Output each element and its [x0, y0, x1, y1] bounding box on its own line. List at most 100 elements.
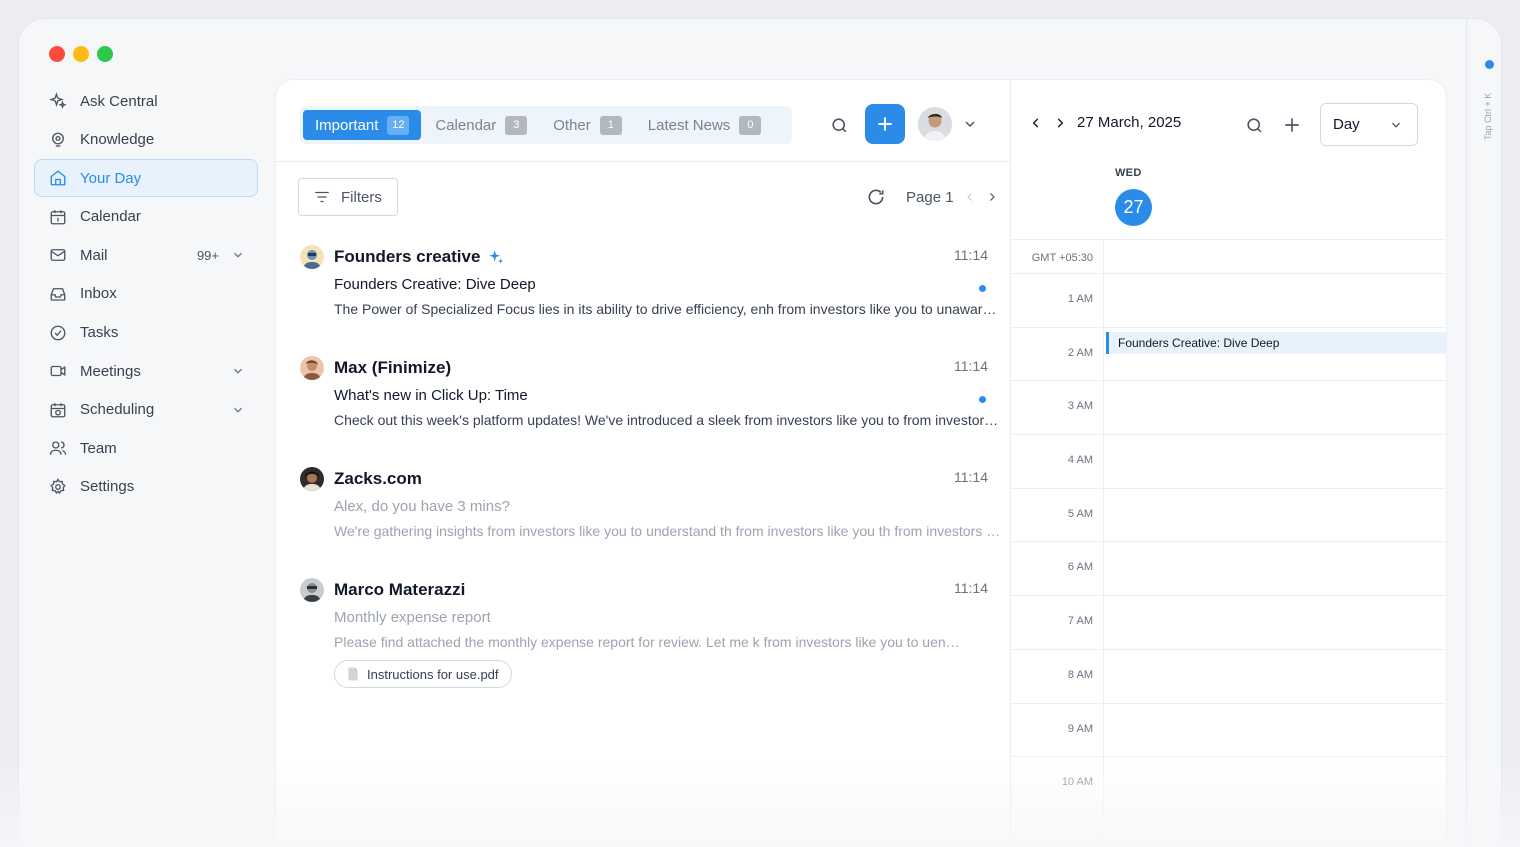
- sidebar-item-your-day[interactable]: Your Day: [34, 159, 258, 198]
- search-icon[interactable]: [828, 114, 850, 136]
- timezone-label: GMT +05:30: [1031, 252, 1093, 264]
- sidebar-item-meetings[interactable]: Meetings: [34, 352, 258, 390]
- chevron-down-icon[interactable]: [231, 364, 245, 378]
- hour-row[interactable]: 1 AM: [1011, 273, 1446, 327]
- sender-label: Zacks.com: [334, 469, 422, 488]
- calendar-date: 27 March, 2025: [1077, 114, 1182, 131]
- sidebar-item-calendar[interactable]: Calendar: [34, 198, 258, 236]
- sender-name: Max (Finimize): [334, 358, 451, 378]
- hour-row[interactable]: 6 AM: [1011, 541, 1446, 595]
- prev-day-icon[interactable]: [1029, 115, 1043, 131]
- next-page-icon[interactable]: [986, 190, 998, 204]
- tab-latest-news[interactable]: Latest News 0: [636, 110, 774, 140]
- video-icon: [48, 361, 68, 381]
- view-label: Day: [1333, 116, 1360, 133]
- tab-count: 1: [599, 115, 622, 135]
- avatar: [300, 245, 324, 269]
- filters-button[interactable]: Filters: [298, 178, 398, 216]
- hour-label: 6 AM: [1067, 561, 1093, 574]
- list-item[interactable]: Zacks.com 11:14 Alex, do you have 3 mins…: [300, 467, 1002, 557]
- unread-dot: [979, 285, 986, 292]
- prev-page-icon[interactable]: [964, 190, 976, 204]
- mail-preview: Please find attached the monthly expense…: [334, 634, 964, 650]
- tab-label: Calendar: [435, 116, 497, 134]
- filter-icon: [315, 191, 329, 203]
- hour-row[interactable]: 5 AM: [1011, 487, 1446, 542]
- sidebar-item-tasks[interactable]: Tasks: [34, 314, 258, 352]
- shortcut-hint: Tap Ctrl + K: [1483, 92, 1493, 140]
- list-item[interactable]: Marco Materazzi 11:14 Monthly expense re…: [300, 578, 1000, 698]
- maximize-window-button[interactable]: [97, 46, 113, 62]
- hour-row[interactable]: 10 AM: [1011, 756, 1446, 810]
- tab-count: 0: [739, 115, 762, 135]
- next-day-icon[interactable]: [1053, 115, 1067, 131]
- avatar[interactable]: [918, 107, 952, 141]
- hour-row[interactable]: 7 AM: [1011, 595, 1446, 649]
- toolbar-divider: [276, 161, 1011, 162]
- sidebar-item-knowledge[interactable]: Knowledge: [34, 121, 258, 159]
- compose-button[interactable]: [865, 104, 905, 144]
- attachment-chip[interactable]: Instructions for use.pdf: [334, 660, 512, 688]
- mail-column: Important 12 Calendar 3 Other 1 Latest N…: [276, 80, 1011, 847]
- list-item[interactable]: Max (Finimize) 11:14 What's new in Click…: [300, 356, 1002, 446]
- hour-row[interactable]: 3 AM: [1011, 380, 1446, 434]
- hour-label: 7 AM: [1067, 615, 1093, 628]
- sender-label: Founders creative: [334, 247, 481, 266]
- minimize-window-button[interactable]: [73, 46, 89, 62]
- pagination: Page 1: [866, 184, 998, 210]
- mail-icon: [48, 245, 68, 265]
- search-icon[interactable]: [1243, 114, 1265, 136]
- sidebar-item-ask-central[interactable]: Ask Central: [34, 82, 258, 120]
- tab-count: 3: [505, 115, 528, 135]
- plus-icon: [878, 117, 892, 131]
- chevron-down-icon[interactable]: [961, 114, 979, 134]
- calendar-event[interactable]: Founders Creative: Dive Deep: [1106, 332, 1446, 354]
- sidebar-item-label: Settings: [80, 478, 135, 496]
- sidebar-item-inbox[interactable]: Inbox: [34, 275, 258, 313]
- sender-label: Max (Finimize): [334, 358, 452, 377]
- avatar: [300, 467, 324, 491]
- file-icon: [348, 667, 358, 681]
- hour-row[interactable]: 4 AM: [1011, 434, 1446, 488]
- sidebar-item-label: Calendar: [80, 208, 141, 226]
- gear-icon: [48, 477, 68, 497]
- attachment-name: Instructions for use.pdf: [367, 666, 499, 682]
- avatar: [300, 356, 324, 380]
- hour-label: 10 AM: [1061, 776, 1093, 789]
- list-item[interactable]: Founders creative 11:14 Founders Creativ…: [300, 245, 1002, 335]
- add-event-icon[interactable]: [1281, 114, 1303, 136]
- sender-name: Marco Materazzi: [334, 580, 465, 600]
- mail-time: 11:14: [954, 469, 988, 485]
- day-number[interactable]: 27: [1115, 189, 1152, 226]
- sidebar-item-settings[interactable]: Settings: [34, 468, 258, 506]
- sidebar-item-label: Your Day: [80, 169, 142, 187]
- close-window-button[interactable]: [49, 46, 65, 62]
- tab-important[interactable]: Important 12: [303, 110, 422, 140]
- calendar-column: 27 March, 2025 Day WED 27 GMT +05:30 1 A…: [1011, 80, 1446, 847]
- tab-calendar[interactable]: Calendar 3: [423, 110, 539, 140]
- mail-preview: The Power of Specialized Focus lies in i…: [334, 301, 1002, 317]
- hour-label: 3 AM: [1067, 400, 1093, 413]
- window-controls: [49, 46, 113, 62]
- calendar-header: 27 March, 2025: [1029, 114, 1181, 131]
- timezone-row: GMT +05:30: [1011, 239, 1446, 273]
- sidebar-item-mail[interactable]: Mail 99+: [34, 236, 258, 274]
- sidebar-item-label: Meetings: [80, 362, 141, 380]
- chevron-down-icon[interactable]: [231, 403, 245, 417]
- status-dot: [1485, 60, 1494, 69]
- refresh-icon[interactable]: [866, 187, 886, 207]
- ai-sparkle-icon: [488, 249, 504, 265]
- hour-row[interactable]: 9 AM: [1011, 702, 1446, 757]
- sidebar-item-scheduling[interactable]: Scheduling: [34, 391, 258, 429]
- chevron-down-icon[interactable]: [231, 248, 245, 262]
- mail-tabs: Important 12 Calendar 3 Other 1 Latest N…: [300, 106, 792, 144]
- hour-label: 2 AM: [1067, 346, 1093, 359]
- sidebar-item-team[interactable]: Team: [34, 429, 258, 467]
- hour-row[interactable]: 8 AM: [1011, 648, 1446, 703]
- weekday-label: WED: [1115, 167, 1142, 179]
- view-select[interactable]: Day: [1320, 103, 1418, 146]
- mail-time: 11:14: [954, 358, 988, 374]
- main-panel: Important 12 Calendar 3 Other 1 Latest N…: [275, 79, 1447, 847]
- tab-other[interactable]: Other 1: [541, 110, 634, 140]
- sender-label: Marco Materazzi: [334, 580, 466, 599]
